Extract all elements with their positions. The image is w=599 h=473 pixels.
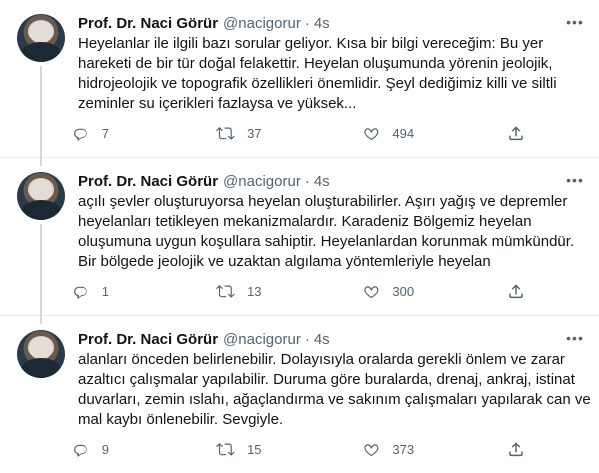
author-handle[interactable]: @nacigorur bbox=[223, 331, 301, 348]
tweet[interactable]: Prof. Dr. Naci Görür @nacigorur · 4s •••… bbox=[0, 158, 599, 324]
tweet-actions: 1 13 300 bbox=[71, 281, 537, 301]
separator-dot: · bbox=[304, 330, 310, 348]
retweet-button[interactable]: 37 bbox=[216, 123, 326, 143]
tweet-actions: 9 15 373 bbox=[71, 439, 537, 459]
avatar[interactable] bbox=[17, 330, 65, 378]
share-button[interactable] bbox=[507, 439, 537, 459]
tweet-text-line: Bir bölgede jeolojik ve uzaktan algılama… bbox=[78, 253, 491, 270]
retweet-icon bbox=[216, 442, 236, 456]
retweet-button[interactable]: 15 bbox=[216, 439, 326, 459]
tweet-text: alanları önceden belirlenebilir. Dolayıs… bbox=[78, 350, 591, 430]
share-icon bbox=[509, 283, 523, 298]
heart-icon bbox=[364, 443, 379, 456]
avatar[interactable] bbox=[17, 172, 65, 220]
tweet-actions: 7 37 494 bbox=[71, 123, 537, 143]
tweet-thread: Prof. Dr. Naci Görür @nacigorur · 4s •••… bbox=[0, 0, 599, 473]
tweet-timestamp[interactable]: 4s bbox=[314, 173, 330, 190]
tweet-timestamp[interactable]: 4s bbox=[314, 331, 330, 348]
avatar[interactable] bbox=[17, 14, 65, 62]
tweet-header: Prof. Dr. Naci Görür @nacigorur · 4s bbox=[78, 13, 585, 33]
like-button[interactable]: 300 bbox=[362, 281, 472, 301]
tweet-header: Prof. Dr. Naci Görür @nacigorur · 4s bbox=[78, 171, 585, 191]
author-name[interactable]: Prof. Dr. Naci Görür bbox=[78, 173, 218, 190]
reply-count: 1 bbox=[101, 283, 109, 299]
author-handle[interactable]: @nacigorur bbox=[223, 173, 301, 190]
heart-icon bbox=[364, 127, 379, 140]
thread-connector-line bbox=[40, 66, 42, 166]
like-button[interactable]: 494 bbox=[362, 123, 472, 143]
like-button[interactable]: 373 bbox=[362, 439, 472, 459]
reply-count: 9 bbox=[101, 441, 109, 457]
retweet-count: 15 bbox=[247, 441, 262, 457]
tweet-text-line: azaltıcı çalışmalar yapılabilir. Duruma … bbox=[78, 371, 575, 388]
retweet-icon bbox=[216, 284, 236, 298]
tweet-text-line: hidrojeolojik ve topografik özellikleri … bbox=[78, 75, 557, 92]
share-button[interactable] bbox=[507, 123, 537, 143]
tweet-text-line: Heyelanlar ile ilgili bazı sorular geliy… bbox=[78, 35, 544, 52]
like-count: 373 bbox=[392, 441, 415, 457]
tweet-text-line: heyelanları tetikleyen mekanizmalardır. … bbox=[78, 213, 532, 230]
tweet[interactable]: Prof. Dr. Naci Görür @nacigorur · 4s •••… bbox=[0, 0, 599, 166]
retweet-count: 13 bbox=[247, 283, 262, 299]
tweet[interactable]: Prof. Dr. Naci Görür @nacigorur · 4s •••… bbox=[0, 316, 599, 473]
tweet-header: Prof. Dr. Naci Görür @nacigorur · 4s bbox=[78, 329, 585, 349]
reply-button[interactable]: 1 bbox=[71, 281, 181, 301]
more-icon[interactable]: ••• bbox=[565, 328, 585, 348]
reply-icon bbox=[74, 444, 87, 457]
tweet-timestamp[interactable]: 4s bbox=[314, 15, 330, 32]
tweet-text-line: mal kaybı önlenebilir. Sevgiyle. bbox=[78, 411, 284, 428]
tweet-text-line: hareketi de bir tür doğal felakettir. He… bbox=[78, 55, 553, 72]
share-button[interactable] bbox=[507, 281, 537, 301]
separator-dot: · bbox=[304, 14, 310, 32]
more-icon[interactable]: ••• bbox=[565, 12, 585, 32]
tweet-text-line: oluşumuna uygun koşullara sahiptir. Heye… bbox=[78, 233, 575, 250]
like-count: 300 bbox=[392, 283, 415, 299]
retweet-button[interactable]: 13 bbox=[216, 281, 326, 301]
heart-icon bbox=[364, 285, 379, 298]
author-handle[interactable]: @nacigorur bbox=[223, 15, 301, 32]
retweet-count: 37 bbox=[247, 125, 262, 141]
tweet-text: Heyelanlar ile ilgili bazı sorular geliy… bbox=[78, 34, 585, 114]
tweet-text-line: açılı şevler oluşturuyorsa heyelan oluşt… bbox=[78, 193, 568, 210]
more-icon[interactable]: ••• bbox=[565, 170, 585, 190]
separator-dot: · bbox=[304, 172, 310, 190]
retweet-icon bbox=[216, 126, 236, 140]
author-name[interactable]: Prof. Dr. Naci Görür bbox=[78, 331, 218, 348]
like-count: 494 bbox=[392, 125, 415, 141]
reply-button[interactable]: 7 bbox=[71, 123, 181, 143]
author-name[interactable]: Prof. Dr. Naci Görür bbox=[78, 15, 218, 32]
share-icon bbox=[509, 125, 523, 140]
share-icon bbox=[509, 441, 523, 456]
tweet-text: açılı şevler oluşturuyorsa heyelan oluşt… bbox=[78, 192, 585, 272]
reply-count: 7 bbox=[101, 125, 109, 141]
tweet-text-line: duvarları, zemin ıslahı, ağaçlandırma ve… bbox=[78, 391, 591, 408]
tweet-text-line: alanları önceden belirlenebilir. Dolayıs… bbox=[78, 351, 565, 368]
reply-icon bbox=[74, 128, 87, 141]
reply-button[interactable]: 9 bbox=[71, 439, 181, 459]
reply-icon bbox=[74, 286, 87, 299]
thread-connector-line bbox=[40, 224, 42, 324]
tweet-text-line: zeminler su içerikleri fazlaysa ve yükse… bbox=[78, 95, 357, 112]
